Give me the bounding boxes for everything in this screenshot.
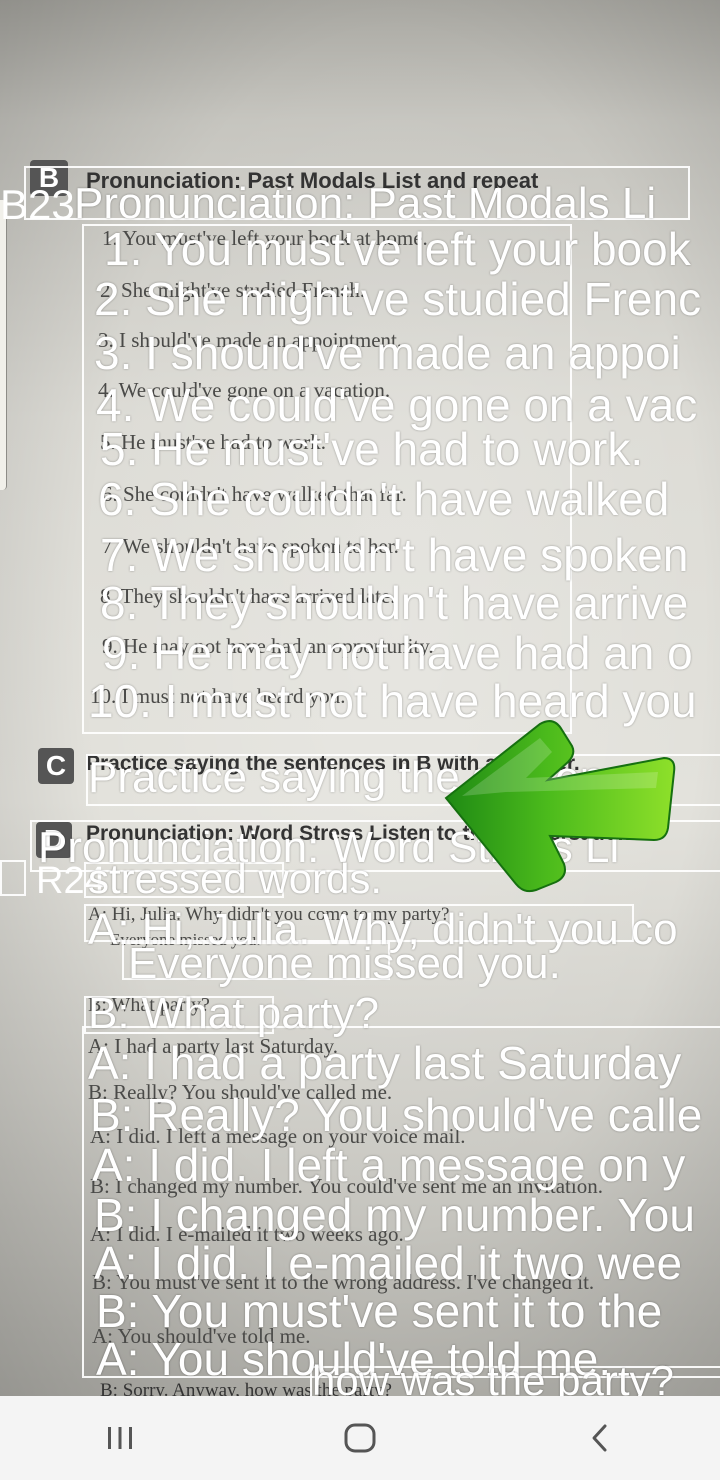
overlay-num-b23: B23	[0, 181, 75, 228]
overlay-stressed: stressed words.	[88, 855, 383, 902]
recent-apps-icon	[108, 1427, 132, 1449]
overlay-dialog-1: A: I had a party last Saturday	[88, 1037, 682, 1089]
overlay-b-line-8: 8. They shouldn't have arrive	[100, 577, 689, 629]
back-icon	[592, 1424, 607, 1452]
section-c-letter: C	[38, 748, 74, 784]
page-edge-strip	[0, 200, 7, 490]
overlay-b-line-9: 9. He may not have had an o	[102, 627, 693, 679]
overlay-box-r24	[0, 860, 26, 896]
home-icon	[344, 1423, 376, 1453]
overlay-b-line-5: 5. He must've had to work.	[100, 423, 644, 475]
overlay-b-line-1: 1. You must've left your book	[104, 223, 691, 275]
camera-photo: B Pronunciation: Past Modals List and re…	[0, 0, 720, 1396]
overlay-b-line-6: 6. She couldn't have walked	[98, 473, 670, 525]
overlay-b-line-3: 3. I should've made an appoi	[94, 327, 681, 379]
overlay-everyone: Everyone missed you.	[128, 939, 561, 988]
overlay-dialog-6: B: You must've sent it to the	[96, 1285, 663, 1337]
overlay-what-party: B: What party?	[88, 989, 380, 1038]
home-button[interactable]	[320, 1408, 400, 1468]
overlay-b-line-4: 4. We could've gone on a vac	[96, 379, 698, 431]
overlay-dialog-4: B: I changed my number. You	[94, 1189, 695, 1241]
green-arrow-icon	[444, 720, 676, 893]
navigation-bar	[0, 1396, 720, 1480]
overlay-last-line: how was the party?	[312, 1357, 674, 1397]
back-button[interactable]	[560, 1408, 640, 1468]
recent-apps-button[interactable]	[80, 1408, 160, 1468]
overlay-dialog-3: A: I did. I left a message on y	[92, 1139, 686, 1191]
overlay-b-line-2: 2. She might've studied Frenc	[94, 273, 702, 325]
overlay-b-line-7: 7. We shouldn't have spoken	[100, 529, 689, 581]
overlay-dialog-2: B: Really? You should've calle	[90, 1089, 703, 1141]
overlay-b-heading: Pronunciation: Past Modals Li	[74, 179, 657, 228]
overlay-dialog-5: A: I did. I e-mailed it two wee	[94, 1237, 683, 1289]
